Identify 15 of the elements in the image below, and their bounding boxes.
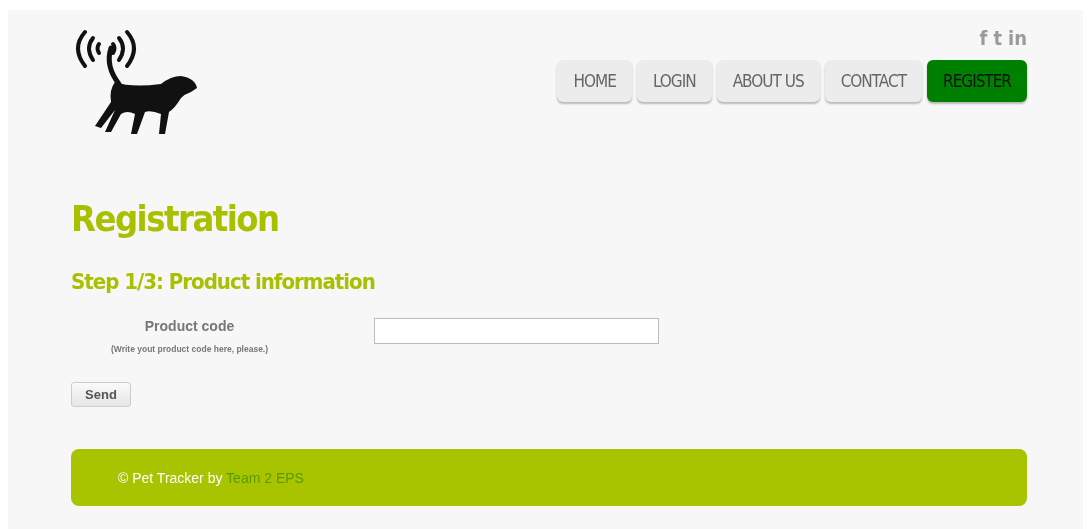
social-link[interactable]: in [1008,28,1027,48]
footer-text: © Pet Tracker by Team 2 EPS [118,469,304,486]
nav-button[interactable]: LOGIN [636,60,712,102]
product-code-field[interactable] [374,318,659,344]
social-link[interactable]: t [993,28,1002,48]
page-title: Registration [71,198,280,239]
nav-button[interactable]: HOME [557,60,632,102]
social-link[interactable]: f [979,28,988,48]
field-label: Product code [144,318,235,334]
field-hint: (Write yout product code here, please.) [110,344,269,354]
nav-button[interactable]: REGISTER [927,60,1027,102]
nav-button[interactable]: CONTACT [824,60,922,102]
nav-button[interactable]: ABOUT US [716,60,820,102]
send-button[interactable]: Send [71,382,131,407]
step-heading: Step 1/3: Product information [71,269,376,294]
